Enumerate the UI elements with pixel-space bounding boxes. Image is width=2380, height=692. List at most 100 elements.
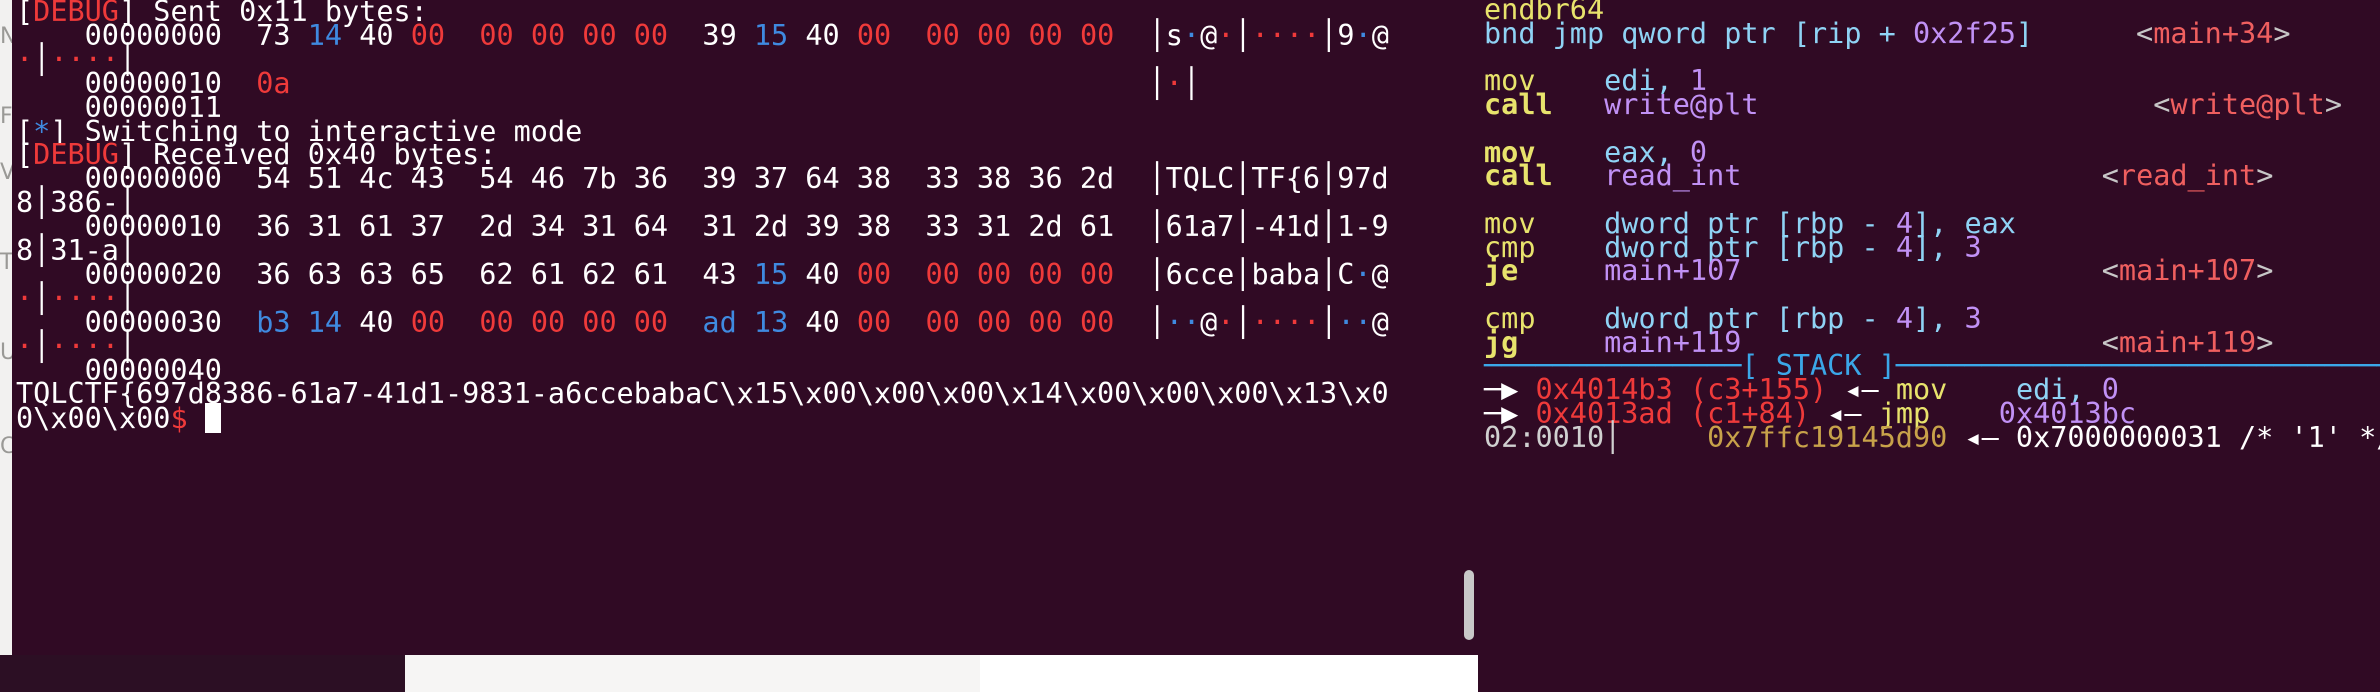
background-window (405, 655, 980, 692)
gdb-text-segment (1518, 254, 1604, 287)
terminal-text-segment: ···· (1251, 18, 1321, 52)
terminal-text-segment: 00 00 00 00 (479, 305, 669, 339)
gdb-text-segment: main+34 (2153, 16, 2274, 50)
terminal-text-segment: 14 (307, 305, 343, 339)
gdb-disassembly-pane[interactable]: endbr64 bnd jmp qword ptr [rip + 0x2f25] … (1478, 0, 2380, 692)
terminal-text-segment: 00 00 00 00 (925, 305, 1115, 339)
terminal-text-segment: 00 (410, 18, 446, 52)
terminal-text-segment: 39 (668, 18, 754, 52)
terminal-scrollbar[interactable] (1464, 570, 1474, 640)
gdb-text-segment: > (2324, 88, 2342, 121)
gdb-text-segment: 0x2f25 (1912, 16, 2016, 50)
terminal-line: 00000000 54 51 4c 43 54 46 7b 36 39 37 6… (16, 164, 1389, 194)
terminal-text-segment: 00 (856, 257, 892, 291)
background-window-letter: F (0, 104, 13, 129)
terminal-text-segment: · (1217, 18, 1235, 52)
gdb-text-segment: < (1758, 88, 2171, 121)
gdb-text-segment: 0x7ffc19145d90 (1707, 420, 1948, 454)
terminal-text-segment: 40 (788, 18, 857, 52)
terminal-text-segment: 0a (256, 66, 291, 100)
terminal-text-segment: 40 (788, 257, 857, 291)
terminal-text-segment: │ (1234, 305, 1252, 339)
gdb-text-segment: > (2256, 254, 2274, 288)
gdb-text-segment: je (1484, 254, 1519, 288)
terminal-text-segment: ···· (1251, 305, 1321, 339)
gdb-line: call read_int <read_int> (1484, 161, 2273, 191)
terminal-text-segment: 15 (753, 257, 789, 291)
terminal-text-segment: 15 (753, 18, 789, 52)
gdb-text-segment: > (2273, 16, 2291, 50)
terminal-text-segment: @ (1371, 18, 1389, 52)
desktop-background (0, 655, 405, 692)
terminal-text-segment: b3 (256, 305, 291, 339)
terminal-text-segment: @ (1200, 18, 1218, 52)
gdb-text-segment: ] (2015, 16, 2034, 50)
gdb-text-segment: < (1741, 254, 2119, 288)
gdb-line: bnd jmp qword ptr [rip + 0x2f25] <main+3… (1484, 16, 2291, 50)
terminal-text-segment: 40 (342, 18, 411, 52)
terminal-text-segment: │s (1114, 18, 1183, 52)
terminal-line: 0\x00\x00$ (16, 403, 221, 434)
gdb-text-segment (1553, 159, 1604, 192)
terminal-text-segment: · (1165, 66, 1183, 100)
terminal-line: TQLCTF{697d8386-61a7-41d1-9831-a6ccebaba… (16, 379, 1389, 409)
gdb-text-segment: bnd jmp qword ptr [rip + (1484, 16, 1913, 50)
terminal-text-segment: 00 00 00 00 (925, 257, 1115, 291)
terminal-text-segment: │ (1114, 305, 1166, 339)
terminal-text-segment: 00 (856, 18, 892, 52)
terminal-text-segment: │ (290, 66, 1166, 100)
gdb-text-segment: < (2033, 16, 2154, 50)
terminal-text-segment: ad (702, 305, 737, 339)
terminal-text-segment: 00000010 36 31 61 37 2d 34 31 64 31 2d 3… (16, 210, 1389, 244)
terminal-text-segment: 73 (256, 18, 291, 52)
terminal-text-segment: 13 (753, 305, 789, 339)
gdb-text-segment: main+107 (2118, 254, 2257, 288)
gdb-line: 02:0010│ 0x7ffc19145d90 ◂— 0x7000000031 … (1484, 420, 2380, 454)
terminal-text-segment: 40 (788, 305, 857, 339)
terminal-text-segment: · (1217, 305, 1235, 339)
terminal-text-segment: @ (1200, 305, 1218, 339)
gdb-text-segment: 02:0010│ (1484, 420, 1708, 454)
terminal-text-segment: ·· (1337, 305, 1372, 339)
gdb-text-segment: read_int (2118, 159, 2257, 193)
terminal-text-segment: 00 (410, 305, 446, 339)
terminal-text-segment: │ (1182, 66, 1200, 100)
gdb-text-segment: main+107 (1604, 254, 1742, 288)
terminal-line: 00000030 b3 14 40 00 00 00 00 00 ad 13 4… (16, 305, 1389, 339)
terminal-text-segment: 40 (342, 305, 411, 339)
terminal-text-segment: · (1354, 18, 1372, 52)
gdb-text-segment (1553, 88, 1604, 121)
terminal-text-segment: 0\x00\x00 (16, 402, 171, 436)
terminal-text-segment: @ (1371, 305, 1389, 339)
terminal-text-segment: │6cce│baba│C (1114, 257, 1355, 291)
terminal-text-segment: 00 00 00 00 (479, 18, 669, 52)
gdb-text-segment: call (1484, 159, 1553, 193)
background-window-edge: NFVTUC (0, 0, 16, 655)
terminal-line: 00000010 36 31 61 37 2d 34 31 64 31 2d 3… (16, 212, 1389, 242)
terminal-line: 00000020 36 63 63 65 62 61 62 61 43 15 4… (16, 257, 1389, 291)
gdb-text-segment: > (2256, 159, 2274, 193)
gdb-line: call write@plt <write@plt> (1484, 90, 2342, 120)
gdb-text-segment: call (1484, 88, 1553, 121)
gdb-text-segment: write@plt (1604, 88, 1759, 121)
gdb-text-segment: ◂— 0x7000000031 /* '1' */ (1947, 420, 2380, 454)
terminal-text-segment: │ (1234, 18, 1252, 52)
gdb-text-segment: read_int (1604, 159, 1742, 193)
terminal-text-segment: 00 (856, 305, 892, 339)
terminal-text-segment: 14 (307, 18, 343, 52)
terminal-text-segment: 00000000 54 51 4c 43 54 46 7b 36 39 37 6… (16, 162, 1389, 196)
terminal-text-segment: · (1354, 257, 1372, 291)
terminal-window[interactable]: [DEBUG] Sent 0x11 bytes: 00000000 73 14 … (12, 0, 1478, 655)
terminal-line: 00000000 73 14 40 00 00 00 00 00 39 15 4… (16, 18, 1389, 52)
gdb-text-segment: write@plt (2170, 88, 2325, 121)
gdb-line: je main+107 <main+107> (1484, 256, 2273, 286)
